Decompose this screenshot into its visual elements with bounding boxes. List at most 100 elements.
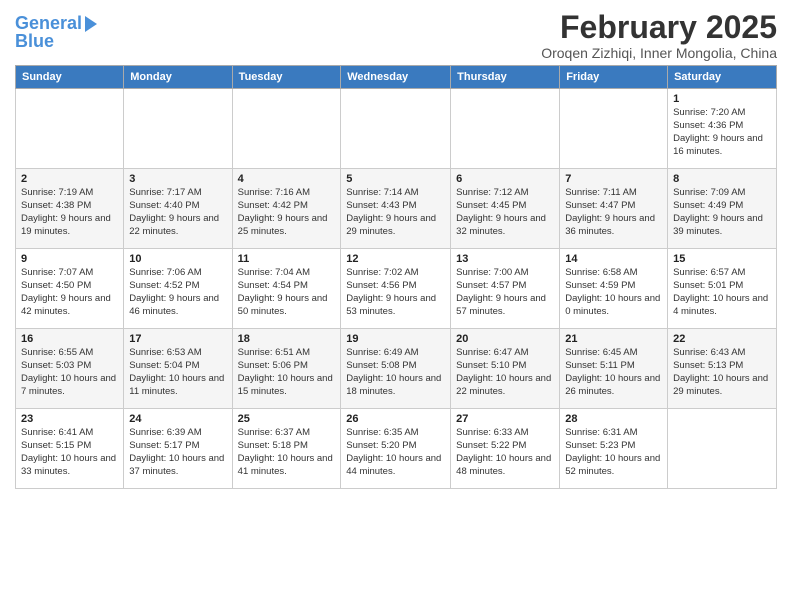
day-info: Sunrise: 6:41 AM Sunset: 5:15 PM Dayligh… [21, 427, 118, 478]
day-number: 3 [129, 173, 226, 185]
col-saturday: Saturday [668, 66, 777, 89]
table-row [124, 89, 232, 169]
day-info: Sunrise: 7:16 AM Sunset: 4:42 PM Dayligh… [238, 187, 336, 238]
day-number: 26 [346, 413, 445, 425]
day-number: 24 [129, 413, 226, 425]
col-thursday: Thursday [451, 66, 560, 89]
day-info: Sunrise: 6:35 AM Sunset: 5:20 PM Dayligh… [346, 427, 445, 478]
calendar-week-5: 23 Sunrise: 6:41 AM Sunset: 5:15 PM Dayli… [16, 409, 777, 489]
day-info: Sunrise: 6:45 AM Sunset: 5:11 PM Dayligh… [565, 347, 662, 398]
header: General Blue February 2025 Oroqen Zizhiq… [15, 10, 777, 61]
calendar-subtitle: Oroqen Zizhiqi, Inner Mongolia, China [541, 45, 777, 61]
day-info: Sunrise: 6:49 AM Sunset: 5:08 PM Dayligh… [346, 347, 445, 398]
day-number: 14 [565, 253, 662, 265]
col-sunday: Sunday [16, 66, 124, 89]
day-number: 27 [456, 413, 554, 425]
day-info: Sunrise: 6:58 AM Sunset: 4:59 PM Dayligh… [565, 267, 662, 318]
page-container: General Blue February 2025 Oroqen Zizhiq… [0, 0, 792, 499]
day-number: 2 [21, 173, 118, 185]
table-row: 21 Sunrise: 6:45 AM Sunset: 5:11 PM Dayli… [560, 329, 668, 409]
col-monday: Monday [124, 66, 232, 89]
table-row: 4 Sunrise: 7:16 AM Sunset: 4:42 PM Daylig… [232, 169, 341, 249]
table-row: 15 Sunrise: 6:57 AM Sunset: 5:01 PM Dayli… [668, 249, 777, 329]
day-number: 5 [346, 173, 445, 185]
day-number: 21 [565, 333, 662, 345]
day-info: Sunrise: 7:04 AM Sunset: 4:54 PM Dayligh… [238, 267, 336, 318]
day-info: Sunrise: 6:33 AM Sunset: 5:22 PM Dayligh… [456, 427, 554, 478]
table-row: 10 Sunrise: 7:06 AM Sunset: 4:52 PM Dayli… [124, 249, 232, 329]
day-info: Sunrise: 6:57 AM Sunset: 5:01 PM Dayligh… [673, 267, 771, 318]
day-number: 28 [565, 413, 662, 425]
day-info: Sunrise: 7:00 AM Sunset: 4:57 PM Dayligh… [456, 267, 554, 318]
calendar-week-3: 9Sunrise: 7:07 AM Sunset: 4:50 PM Daylig… [16, 249, 777, 329]
table-row: 17 Sunrise: 6:53 AM Sunset: 5:04 PM Dayli… [124, 329, 232, 409]
day-number: 18 [238, 333, 336, 345]
table-row: 24 Sunrise: 6:39 AM Sunset: 5:17 PM Dayli… [124, 409, 232, 489]
day-number: 19 [346, 333, 445, 345]
table-row: 1Sunrise: 7:20 AM Sunset: 4:36 PM Daylig… [668, 89, 777, 169]
day-number: 9 [21, 253, 118, 265]
day-number: 25 [238, 413, 336, 425]
table-row: 23 Sunrise: 6:41 AM Sunset: 5:15 PM Dayli… [16, 409, 124, 489]
day-number: 23 [21, 413, 118, 425]
logo-blue-text: Blue [15, 32, 54, 52]
day-number: 15 [673, 253, 771, 265]
day-number: 13 [456, 253, 554, 265]
col-friday: Friday [560, 66, 668, 89]
table-row: 13 Sunrise: 7:00 AM Sunset: 4:57 PM Dayli… [451, 249, 560, 329]
table-row: 20 Sunrise: 6:47 AM Sunset: 5:10 PM Dayli… [451, 329, 560, 409]
day-number: 22 [673, 333, 771, 345]
day-info: Sunrise: 7:14 AM Sunset: 4:43 PM Dayligh… [346, 187, 445, 238]
table-row: 28Sunrise: 6:31 AM Sunset: 5:23 PM Dayli… [560, 409, 668, 489]
day-info: Sunrise: 7:19 AM Sunset: 4:38 PM Dayligh… [21, 187, 118, 238]
table-row: 8Sunrise: 7:09 AM Sunset: 4:49 PM Daylig… [668, 169, 777, 249]
day-info: Sunrise: 6:43 AM Sunset: 5:13 PM Dayligh… [673, 347, 771, 398]
day-info: Sunrise: 6:47 AM Sunset: 5:10 PM Dayligh… [456, 347, 554, 398]
table-row: 26 Sunrise: 6:35 AM Sunset: 5:20 PM Dayli… [341, 409, 451, 489]
table-row: 25 Sunrise: 6:37 AM Sunset: 5:18 PM Dayli… [232, 409, 341, 489]
table-row: 11 Sunrise: 7:04 AM Sunset: 4:54 PM Dayli… [232, 249, 341, 329]
day-info: Sunrise: 7:20 AM Sunset: 4:36 PM Dayligh… [673, 107, 771, 158]
day-info: Sunrise: 6:37 AM Sunset: 5:18 PM Dayligh… [238, 427, 336, 478]
logo-arrow-icon [85, 16, 97, 32]
table-row [668, 409, 777, 489]
table-row [16, 89, 124, 169]
day-number: 20 [456, 333, 554, 345]
day-number: 6 [456, 173, 554, 185]
day-info: Sunrise: 7:11 AM Sunset: 4:47 PM Dayligh… [565, 187, 662, 238]
day-number: 12 [346, 253, 445, 265]
table-row: 19 Sunrise: 6:49 AM Sunset: 5:08 PM Dayli… [341, 329, 451, 409]
col-wednesday: Wednesday [341, 66, 451, 89]
table-row: 3 Sunrise: 7:17 AM Sunset: 4:40 PM Daylig… [124, 169, 232, 249]
day-info: Sunrise: 6:53 AM Sunset: 5:04 PM Dayligh… [129, 347, 226, 398]
day-info: Sunrise: 7:06 AM Sunset: 4:52 PM Dayligh… [129, 267, 226, 318]
day-info: Sunrise: 6:39 AM Sunset: 5:17 PM Dayligh… [129, 427, 226, 478]
table-row: 27 Sunrise: 6:33 AM Sunset: 5:22 PM Dayli… [451, 409, 560, 489]
table-row: 12 Sunrise: 7:02 AM Sunset: 4:56 PM Dayli… [341, 249, 451, 329]
day-number: 11 [238, 253, 336, 265]
calendar-table: Sunday Monday Tuesday Wednesday Thursday… [15, 65, 777, 489]
table-row: 14 Sunrise: 6:58 AM Sunset: 4:59 PM Dayli… [560, 249, 668, 329]
table-row: 9Sunrise: 7:07 AM Sunset: 4:50 PM Daylig… [16, 249, 124, 329]
day-info: Sunrise: 7:02 AM Sunset: 4:56 PM Dayligh… [346, 267, 445, 318]
col-tuesday: Tuesday [232, 66, 341, 89]
day-number: 17 [129, 333, 226, 345]
day-number: 4 [238, 173, 336, 185]
table-row: 7Sunrise: 7:11 AM Sunset: 4:47 PM Daylig… [560, 169, 668, 249]
table-row: 2 Sunrise: 7:19 AM Sunset: 4:38 PM Daylig… [16, 169, 124, 249]
day-info: Sunrise: 7:09 AM Sunset: 4:49 PM Dayligh… [673, 187, 771, 238]
table-row: 18 Sunrise: 6:51 AM Sunset: 5:06 PM Dayli… [232, 329, 341, 409]
table-row [451, 89, 560, 169]
day-number: 16 [21, 333, 118, 345]
day-number: 10 [129, 253, 226, 265]
table-row: 22 Sunrise: 6:43 AM Sunset: 5:13 PM Dayli… [668, 329, 777, 409]
calendar-title: February 2025 [541, 10, 777, 45]
calendar-header-row: Sunday Monday Tuesday Wednesday Thursday… [16, 66, 777, 89]
table-row [341, 89, 451, 169]
table-row: 16Sunrise: 6:55 AM Sunset: 5:03 PM Dayli… [16, 329, 124, 409]
day-info: Sunrise: 7:12 AM Sunset: 4:45 PM Dayligh… [456, 187, 554, 238]
day-info: Sunrise: 7:17 AM Sunset: 4:40 PM Dayligh… [129, 187, 226, 238]
table-row [560, 89, 668, 169]
table-row: 5 Sunrise: 7:14 AM Sunset: 4:43 PM Daylig… [341, 169, 451, 249]
day-info: Sunrise: 6:51 AM Sunset: 5:06 PM Dayligh… [238, 347, 336, 398]
